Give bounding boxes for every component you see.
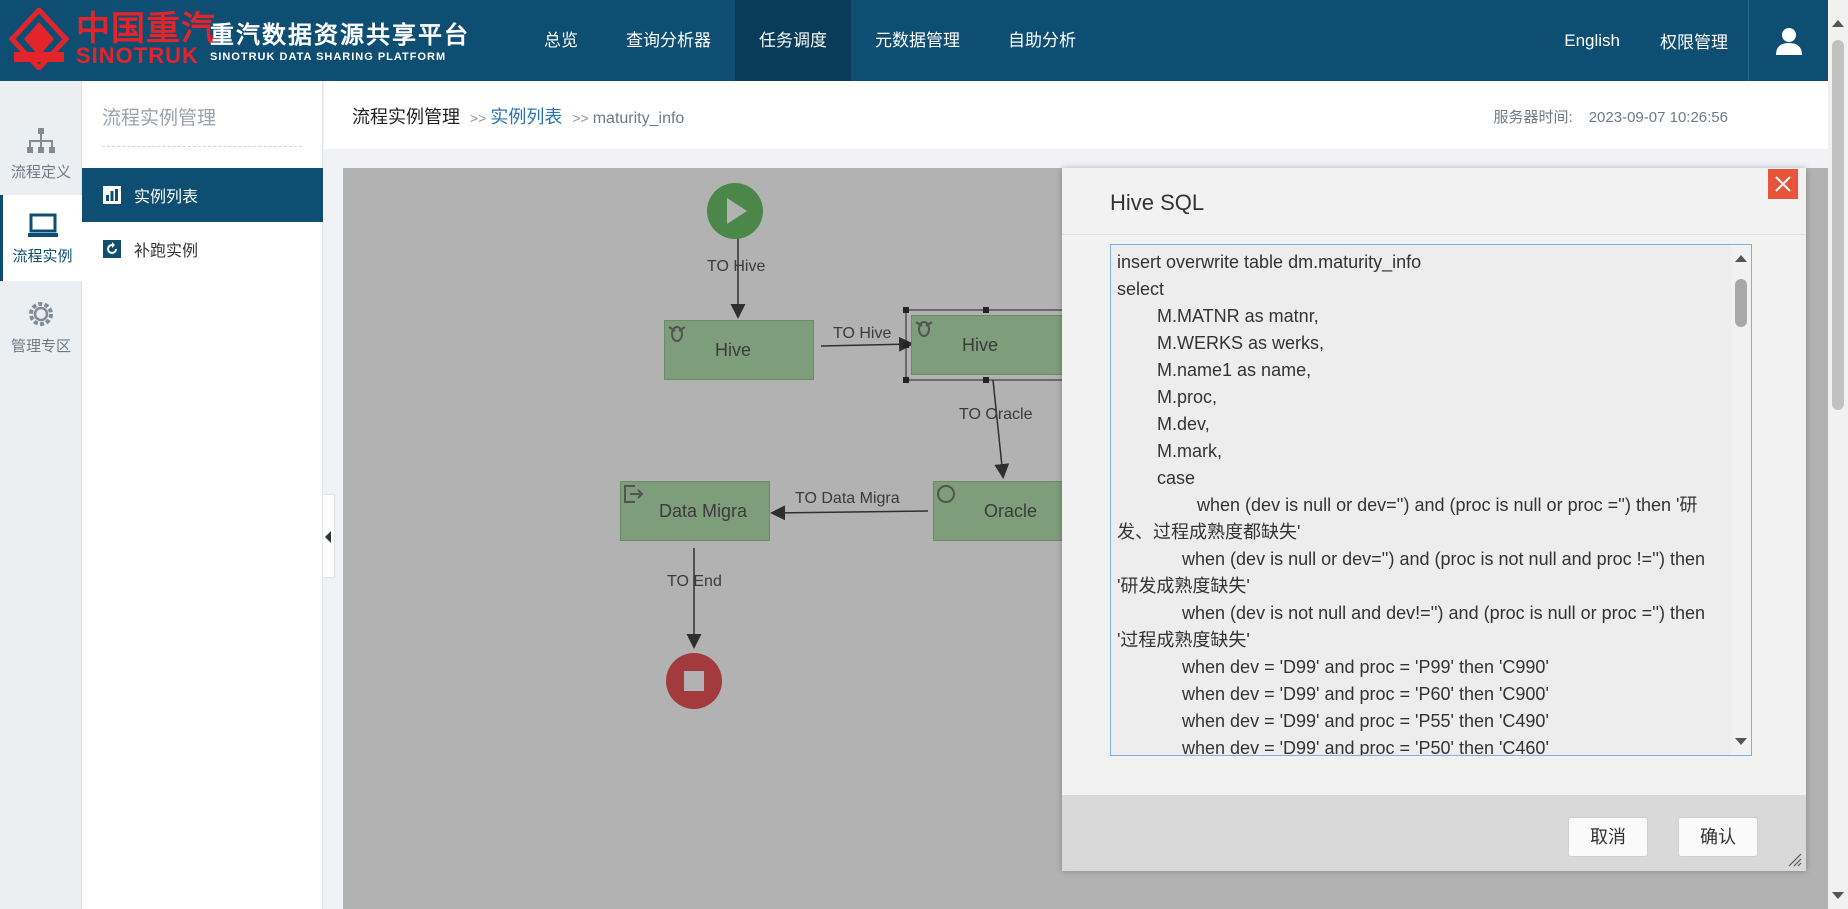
rail-item-process-instance[interactable]: 流程实例 <box>0 195 82 281</box>
resize-grip-icon[interactable] <box>1788 853 1802 867</box>
sql-textarea[interactable]: insert overwrite table dm.maturity_info … <box>1110 244 1752 756</box>
scroll-up-arrow-icon[interactable] <box>1832 20 1844 27</box>
nav-metadata[interactable]: 元数据管理 <box>851 0 984 81</box>
rail-item-label: 管理专区 <box>10 338 71 355</box>
dialog-footer: 取消 确认 <box>1062 795 1806 871</box>
rail-item-label: 流程定义 <box>10 164 71 181</box>
bar-chart-icon <box>103 186 121 204</box>
breadcrumb-separator: >> <box>572 110 589 126</box>
scroll-thumb[interactable] <box>1735 279 1747 327</box>
breadcrumb-root: 流程实例管理 <box>352 107 460 127</box>
gear-icon <box>29 302 53 326</box>
submenu-item-instance-list[interactable]: 实例列表 <box>82 168 323 222</box>
dialog-close-button[interactable] <box>1768 169 1798 199</box>
scroll-up-arrow-icon[interactable] <box>1735 255 1747 262</box>
breadcrumb: 流程实例管理 >> 实例列表 >> maturity_info <box>352 103 684 129</box>
scroll-thumb[interactable] <box>1832 40 1844 410</box>
monitor-icon <box>27 213 58 237</box>
scroll-down-arrow-icon[interactable] <box>1735 738 1747 745</box>
dialog-title: Hive SQL <box>1110 190 1205 215</box>
rail-item-label: 流程实例 <box>12 248 73 265</box>
server-time-label: 服务器时间: <box>1493 109 1573 126</box>
breadcrumb-instance-list-link[interactable]: 实例列表 <box>490 103 562 129</box>
nav-self-analysis[interactable]: 自助分析 <box>984 0 1100 81</box>
logo[interactable]: 中国重汽 SINOTRUK <box>8 8 216 70</box>
flowchart-icon <box>27 128 55 153</box>
nav-overview[interactable]: 总览 <box>520 0 602 81</box>
top-bar: 中国重汽 SINOTRUK 重汽数据资源共享平台 SINOTRUK DATA S… <box>0 0 1828 81</box>
sub-menu: 流程实例管理 实例列表 补跑实例 <box>82 81 323 909</box>
submenu-title: 流程实例管理 <box>102 103 302 147</box>
server-time: 服务器时间: 2023-09-07 10:26:56 <box>1494 106 1728 127</box>
user-icon <box>1775 27 1802 55</box>
scroll-down-arrow-icon[interactable] <box>1832 892 1844 899</box>
platform-brand: 重汽数据资源共享平台 SINOTRUK DATA SHARING PLATFOR… <box>210 22 470 64</box>
confirm-button[interactable]: 确认 <box>1678 817 1758 857</box>
left-rail: 流程定义 流程实例 管理专区 <box>0 81 82 909</box>
permission-management[interactable]: 权限管理 <box>1640 28 1748 53</box>
nav-task-scheduling[interactable]: 任务调度 <box>735 0 851 81</box>
submenu-item-label: 补跑实例 <box>134 243 199 260</box>
server-time-value: 2023-09-07 10:26:56 <box>1588 109 1728 126</box>
close-icon <box>1775 176 1791 192</box>
main-nav: 总览 查询分析器 任务调度 元数据管理 自助分析 <box>520 0 1100 81</box>
cancel-button[interactable]: 取消 <box>1568 817 1648 857</box>
submenu-item-label: 实例列表 <box>134 189 199 206</box>
dialog-divider <box>1062 234 1806 235</box>
rail-item-process-definition[interactable]: 流程定义 <box>0 111 82 197</box>
page-scrollbar[interactable] <box>1828 0 1848 909</box>
platform-name-cn: 重汽数据资源共享平台 <box>210 22 470 49</box>
submenu-item-rerun-instance[interactable]: 补跑实例 <box>82 222 323 276</box>
sql-content: insert overwrite table dm.maturity_info … <box>1117 252 1706 756</box>
refresh-icon <box>103 240 121 258</box>
hive-sql-dialog: Hive SQL insert overwrite table dm.matur… <box>1062 168 1806 871</box>
sinotruk-logo-icon <box>8 8 70 70</box>
language-switch[interactable]: English <box>1544 31 1640 51</box>
logo-en-text: SINOTRUK <box>76 43 199 68</box>
logo-cn-text: 中国重汽 <box>76 10 216 48</box>
breadcrumb-separator: >> <box>470 110 487 126</box>
platform-name-en: SINOTRUK DATA SHARING PLATFORM <box>210 51 447 63</box>
nav-query-analyzer[interactable]: 查询分析器 <box>602 0 735 81</box>
breadcrumb-bar: 流程实例管理 >> 实例列表 >> maturity_info 服务器时间: 20… <box>324 81 1828 149</box>
collapse-sidebar-toggle[interactable] <box>323 494 335 578</box>
breadcrumb-current: maturity_info <box>592 110 685 127</box>
sql-scrollbar[interactable] <box>1731 245 1751 755</box>
rail-item-management[interactable]: 管理专区 <box>0 285 82 371</box>
user-menu[interactable] <box>1748 0 1828 81</box>
